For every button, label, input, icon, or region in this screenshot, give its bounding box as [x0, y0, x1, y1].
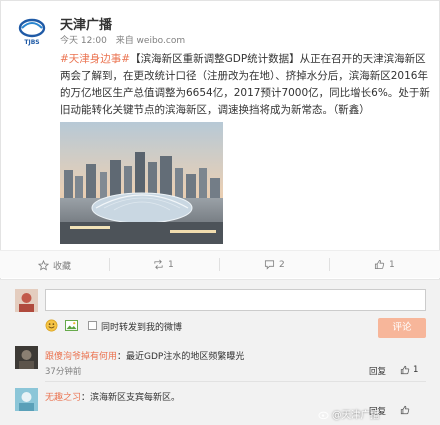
comment-like-count: 1 [413, 365, 419, 375]
favorite-button[interactable]: 收藏 [38, 259, 71, 272]
watermark-text: @天津广播 [332, 410, 380, 421]
thumbs-up-icon [374, 259, 385, 270]
account-name[interactable]: 天津广播 [60, 14, 112, 33]
avatar-image [15, 289, 38, 312]
action-bar: 收藏 1 2 1 [0, 250, 440, 278]
thumbs-up-icon [400, 365, 410, 375]
commenter-avatar[interactable] [15, 388, 38, 411]
reply-button[interactable]: 回复 [369, 365, 386, 377]
comment-user[interactable]: 无趣之习 [45, 393, 81, 403]
current-user-avatar[interactable] [15, 289, 38, 312]
post-meta: 今天 12:00 来自 weibo.com [60, 33, 191, 46]
weibo-logo-icon [318, 411, 329, 419]
tjbs-logo-icon: TJBS [18, 18, 46, 46]
comment-input[interactable] [45, 289, 426, 311]
star-icon [38, 260, 49, 271]
comment-time: 37分钟前 [45, 367, 82, 377]
comment-user[interactable]: 跟傻洵爷掉有何用 [45, 352, 117, 362]
comment-count: 2 [279, 259, 285, 270]
comment-body: ：滨海新区支宾每新区。 [81, 393, 181, 403]
account-logo[interactable]: TJBS [14, 14, 50, 50]
comment-like-button[interactable]: 1 [400, 365, 418, 375]
svg-text:TJBS: TJBS [24, 39, 39, 46]
avatar-image [15, 346, 38, 369]
like-button[interactable]: 1 [374, 259, 395, 270]
favorite-label: 收藏 [53, 262, 72, 272]
comment-text: 跟傻洵爷掉有何用：最近GDP注水的地区频繁曝光 [45, 349, 244, 362]
comment-divider [45, 381, 426, 382]
avatar-image [15, 388, 38, 411]
sync-repost-checkbox[interactable] [88, 321, 97, 330]
action-divider [329, 258, 330, 271]
repost-count: 1 [168, 259, 174, 270]
action-divider [109, 258, 110, 271]
emoji-icon[interactable] [45, 319, 58, 332]
repost-icon [154, 259, 163, 270]
submit-comment-button[interactable]: 评论 [378, 318, 426, 338]
comment-like-button[interactable] [400, 405, 410, 415]
city-stadium-photo [60, 122, 223, 244]
post-text: #天津身边事#【滨海新区重新调整GDP统计数据】从正在召开的天津滨海新区两会了解… [60, 51, 432, 119]
commenter-avatar[interactable] [15, 346, 38, 369]
post-image[interactable] [60, 122, 223, 244]
sync-repost-label: 同时转发到我的微博 [101, 323, 183, 333]
comment-icon [264, 260, 275, 270]
thumbs-up-icon [400, 405, 410, 415]
comment-text: 无趣之习：滨海新区支宾每新区。 [45, 390, 180, 403]
comment-body: ：最近GDP注水的地区频繁曝光 [117, 352, 245, 362]
repost-button[interactable]: 1 [153, 259, 174, 270]
action-divider [219, 258, 220, 271]
post-time[interactable]: 今天 12:00 [60, 36, 107, 46]
comment-button[interactable]: 2 [264, 259, 285, 270]
reply-label: 回复 [369, 367, 387, 377]
like-count: 1 [389, 259, 395, 270]
image-upload-icon[interactable] [65, 320, 78, 331]
weibo-watermark: @天津广播 [318, 407, 380, 421]
topic-link[interactable]: #天津身边事# [60, 53, 130, 65]
post-source: 来自 weibo.com [115, 36, 186, 46]
